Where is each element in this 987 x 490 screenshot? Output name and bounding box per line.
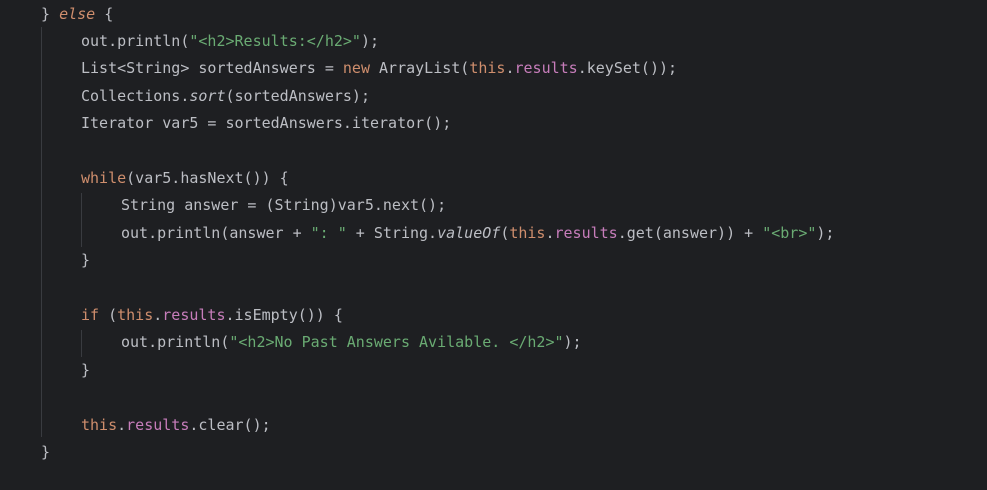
- code-token: (: [99, 305, 118, 324]
- code-token: }: [81, 251, 91, 270]
- code-token: out.println(: [81, 31, 190, 50]
- code-line[interactable]: Collections.sort(sortedAnswers);: [81, 83, 370, 110]
- code-token: .isEmpty()) {: [225, 305, 343, 324]
- code-token: results: [554, 223, 618, 242]
- code-token: .: [505, 59, 515, 78]
- code-token: Collections.: [81, 86, 190, 105]
- code-line[interactable]: List<String> sortedAnswers = new ArrayLi…: [81, 55, 677, 82]
- code-line[interactable]: }: [81, 357, 90, 384]
- code-token: );: [360, 31, 380, 50]
- code-token: valueOf: [437, 223, 501, 242]
- code-line[interactable]: }: [41, 439, 50, 466]
- code-line[interactable]: }: [81, 247, 90, 274]
- code-line[interactable]: this.results.clear();: [81, 412, 271, 439]
- code-line[interactable]: out.println("<h2>Results:</h2>");: [81, 28, 379, 55]
- code-token: String answer = (String)var5.next();: [121, 196, 447, 215]
- code-token: .: [545, 223, 555, 242]
- code-line[interactable]: } else {: [41, 1, 113, 28]
- code-token: this: [81, 415, 118, 434]
- code-line[interactable]: if (this.results.isEmpty()) {: [81, 302, 343, 329]
- code-token: this: [117, 305, 154, 324]
- code-token: );: [816, 223, 835, 242]
- code-token: results: [126, 415, 190, 434]
- code-token: .get(answer)) +: [617, 223, 763, 242]
- code-line[interactable]: Iterator var5 = sortedAnswers.iterator()…: [81, 110, 451, 137]
- code-editor[interactable]: } else {out.println("<h2>Results:</h2>")…: [0, 0, 987, 490]
- code-token: }: [81, 360, 91, 379]
- code-token: List<String> sortedAnswers =: [81, 59, 343, 78]
- indent-guide: [41, 27, 42, 437]
- code-token: (var5.hasNext()) {: [126, 168, 289, 187]
- code-token: out.println(answer +: [121, 223, 311, 242]
- code-line[interactable]: while(var5.hasNext()) {: [81, 165, 289, 192]
- code-token: );: [563, 333, 582, 352]
- code-token: .: [153, 305, 163, 324]
- indent-guide: [81, 330, 82, 357]
- code-token: while: [81, 168, 127, 187]
- code-line[interactable]: String answer = (String)var5.next();: [121, 192, 446, 219]
- code-token: if: [81, 305, 100, 324]
- code-token: results: [162, 305, 226, 324]
- code-token: sort: [189, 86, 226, 105]
- code-token: .clear();: [189, 415, 271, 434]
- code-token: out.println(: [121, 333, 230, 352]
- code-token: new: [342, 59, 370, 78]
- code-token: Iterator var5 = sortedAnswers.iterator()…: [81, 114, 452, 133]
- code-token: + String.: [346, 223, 438, 242]
- code-token: .keySet());: [577, 59, 678, 78]
- code-token: (sortedAnswers);: [225, 86, 371, 105]
- code-token: .: [117, 415, 127, 434]
- code-line[interactable]: out.println(answer + ": " + String.value…: [121, 220, 834, 247]
- code-token: "<br>": [762, 223, 817, 242]
- code-token: this: [509, 223, 546, 242]
- code-token: (: [500, 223, 510, 242]
- code-token: "<h2>Results:</h2>": [189, 31, 361, 50]
- code-token: this: [469, 59, 506, 78]
- code-token: {: [95, 4, 114, 23]
- code-token: ArrayList(: [370, 59, 470, 78]
- indent-guide: [81, 193, 82, 247]
- code-token: "<h2>No Past Answers Avilable. </h2>": [229, 333, 564, 352]
- code-token: }: [41, 442, 51, 461]
- code-token: ": ": [310, 223, 347, 242]
- code-token: results: [514, 59, 578, 78]
- code-token: }: [41, 4, 60, 23]
- code-token: else: [59, 4, 96, 23]
- code-line[interactable]: out.println("<h2>No Past Answers Avilabl…: [121, 329, 582, 356]
